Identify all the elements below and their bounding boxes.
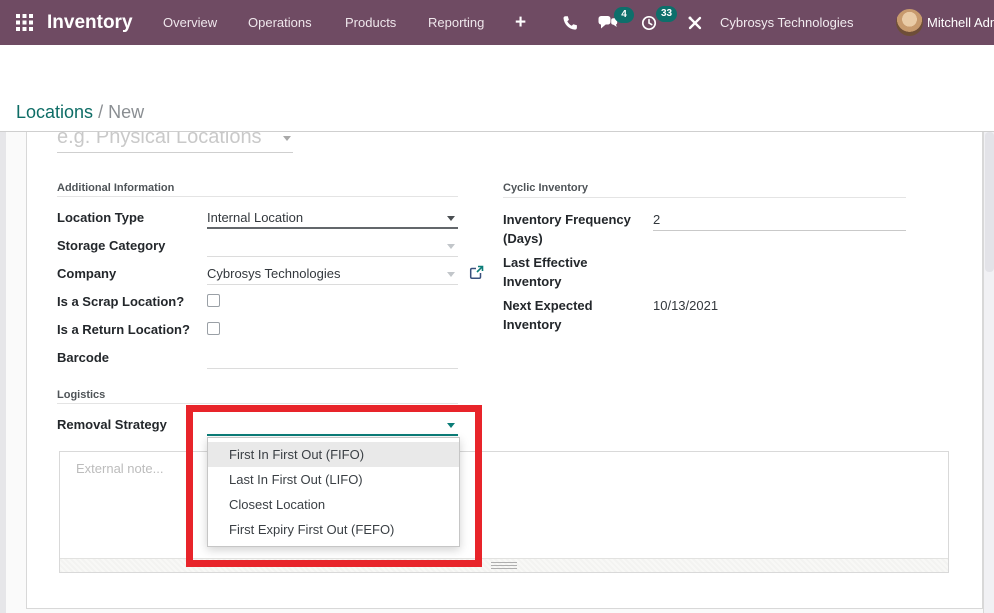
field-row-barcode: Barcode: [57, 348, 458, 376]
left-margin-strip: [0, 132, 6, 613]
inventory-frequency-input[interactable]: 2: [653, 210, 906, 231]
location-name-placeholder: e.g. Physical Locations: [57, 132, 293, 152]
last-effective-value[interactable]: [653, 253, 906, 274]
top-navbar: Inventory Overview Operations Products R…: [0, 0, 994, 45]
vertical-scrollbar[interactable]: [983, 132, 994, 613]
plus-icon[interactable]: +: [515, 0, 526, 45]
right-column: Cyclic Inventory Inventory Frequency (Da…: [503, 182, 906, 339]
chevron-down-icon: [447, 272, 455, 277]
external-note-placeholder: External note...: [76, 461, 163, 476]
next-expected-label: Next Expected Inventory: [503, 296, 631, 334]
dropdown-option-closest[interactable]: Closest Location: [208, 492, 459, 517]
breadcrumb-locations[interactable]: Locations: [16, 102, 93, 122]
dropdown-option-lifo[interactable]: Last In First Out (LIFO): [208, 467, 459, 492]
breadcrumb-separator: /: [93, 102, 108, 122]
is-return-label: Is a Return Location?: [57, 320, 207, 338]
is-scrap-label: Is a Scrap Location?: [57, 292, 207, 310]
is-return-checkbox[interactable]: [207, 322, 220, 335]
field-row-inventory-frequency: Inventory Frequency (Days) 2: [503, 210, 906, 248]
external-note-textarea[interactable]: External note...: [59, 451, 949, 573]
removal-strategy-dropdown: First In First Out (FIFO) Last In First …: [207, 437, 460, 547]
location-type-label: Location Type: [57, 208, 207, 226]
nav-reporting[interactable]: Reporting: [428, 0, 484, 45]
app-window: Inventory Overview Operations Products R…: [0, 0, 994, 613]
is-scrap-checkbox[interactable]: [207, 294, 220, 307]
field-row-location-type: Location Type Internal Location: [57, 208, 458, 236]
crossed-tools-icon[interactable]: [687, 15, 703, 31]
field-row-is-scrap: Is a Scrap Location?: [57, 292, 458, 320]
control-panel: Locations / New SAVE DISCARD: [0, 45, 994, 131]
inventory-frequency-label: Inventory Frequency (Days): [503, 210, 631, 248]
resize-grip-icon: [491, 562, 517, 569]
user-avatar[interactable]: [896, 9, 923, 36]
inventory-frequency-value: 2: [653, 212, 660, 227]
barcode-input[interactable]: [207, 348, 458, 369]
section-divider: [503, 197, 906, 198]
activities-count-badge[interactable]: 33: [656, 6, 677, 22]
scrollbar-thumb[interactable]: [985, 132, 994, 272]
breadcrumb-new: New: [108, 102, 144, 122]
location-type-value: Internal Location: [207, 210, 303, 225]
messages-count-badge[interactable]: 4: [614, 7, 634, 23]
clock-icon[interactable]: [641, 15, 657, 31]
section-additional-information: Additional Information: [57, 182, 174, 194]
last-effective-label: Last Effective Inventory: [503, 253, 631, 291]
apps-grid-icon[interactable]: [16, 14, 33, 31]
app-title[interactable]: Inventory: [47, 0, 133, 45]
active-company[interactable]: Cybrosys Technologies: [720, 0, 853, 45]
chevron-down-icon: [283, 136, 291, 141]
barcode-label: Barcode: [57, 348, 207, 366]
breadcrumb: Locations / New: [16, 102, 144, 123]
storage-category-select[interactable]: [207, 236, 458, 257]
nav-overview[interactable]: Overview: [163, 0, 217, 45]
field-row-next-expected: Next Expected Inventory 10/13/2021: [503, 296, 906, 334]
company-label: Company: [57, 264, 207, 282]
content-area: e.g. Physical Locations Additional Infor…: [0, 131, 994, 613]
section-divider: [57, 403, 458, 404]
field-row-storage-category: Storage Category: [57, 236, 458, 264]
removal-strategy-select[interactable]: [207, 415, 458, 436]
section-cyclic-inventory: Cyclic Inventory: [503, 182, 906, 194]
is-scrap-cell: [207, 292, 458, 313]
field-row-last-effective: Last Effective Inventory: [503, 253, 906, 291]
section-logistics: Logistics: [57, 389, 105, 401]
section-divider: [57, 196, 458, 197]
left-column: Location Type Internal Location Storage …: [57, 208, 458, 376]
nav-operations[interactable]: Operations: [248, 0, 312, 45]
location-name-input[interactable]: e.g. Physical Locations: [57, 132, 293, 153]
storage-category-label: Storage Category: [57, 236, 207, 254]
company-value: Cybrosys Technologies: [207, 266, 340, 281]
location-type-select[interactable]: Internal Location: [207, 208, 458, 229]
textarea-resize-bar[interactable]: [60, 558, 948, 572]
chevron-down-icon: [447, 423, 455, 428]
user-menu[interactable]: Mitchell Admin: [927, 0, 994, 45]
nav-products[interactable]: Products: [345, 0, 396, 45]
chevron-down-icon: [447, 244, 455, 249]
field-row-is-return: Is a Return Location?: [57, 320, 458, 348]
dropdown-option-fifo[interactable]: First In First Out (FIFO): [208, 442, 459, 467]
company-select[interactable]: Cybrosys Technologies: [207, 264, 458, 285]
chevron-down-icon: [447, 216, 455, 221]
is-return-cell: [207, 320, 458, 341]
removal-strategy-label: Removal Strategy: [57, 415, 207, 433]
dropdown-option-fefo[interactable]: First Expiry First Out (FEFO): [208, 517, 459, 542]
external-link-icon[interactable]: [469, 265, 484, 285]
next-expected-value: 10/13/2021: [653, 296, 906, 317]
form-sheet: e.g. Physical Locations Additional Infor…: [26, 132, 983, 609]
field-row-company: Company Cybrosys Technologies: [57, 264, 458, 292]
phone-icon[interactable]: [562, 15, 578, 31]
